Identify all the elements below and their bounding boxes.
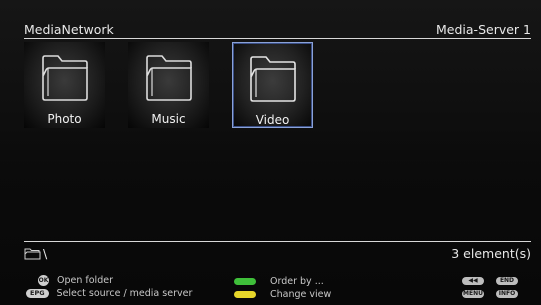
- path-text: \: [43, 246, 48, 261]
- media-network-screen: MediaNetwork Media-Server 1 Photo Music: [0, 0, 541, 305]
- folder-grid: Photo Music Video: [24, 42, 313, 128]
- folder-icon: [145, 55, 192, 101]
- green-key-icon: [234, 278, 256, 285]
- folder-tile-video[interactable]: Video: [232, 42, 313, 128]
- folder-path-icon: [24, 248, 41, 259]
- legend-order-by: Order by ...: [234, 276, 324, 287]
- epg-button-icon: EPG: [26, 289, 49, 298]
- folder-icon: [41, 55, 88, 101]
- folder-label: Video: [255, 113, 290, 127]
- legend-select-source: EPG Select source / media server: [26, 288, 192, 299]
- legend-nav-keys-bottom: MENU INFO: [462, 290, 518, 298]
- footer-divider: [24, 241, 531, 242]
- element-count: 3 element(s): [451, 246, 531, 261]
- info-key-icon: INFO: [496, 290, 518, 298]
- current-path: \: [24, 246, 47, 261]
- path-bar: \ 3 element(s): [24, 246, 531, 262]
- app-title: MediaNetwork: [24, 22, 114, 37]
- folder-label: Photo: [47, 112, 82, 126]
- legend-change-view-label: Change view: [270, 289, 332, 300]
- legend-open-folder: OK Open folder: [38, 275, 113, 286]
- yellow-key-icon: [234, 291, 256, 298]
- legend-open-folder-label: Open folder: [57, 275, 113, 286]
- ok-button-icon: OK: [38, 275, 49, 286]
- folder-tile-music[interactable]: Music: [128, 42, 209, 128]
- legend-nav-keys-top: ◀◀ END: [462, 277, 518, 285]
- legend-select-source-label: Select source / media server: [56, 288, 193, 299]
- folder-tile-photo[interactable]: Photo: [24, 42, 105, 128]
- legend-change-view: Change view: [234, 289, 331, 300]
- header-divider: [24, 38, 531, 39]
- header: MediaNetwork Media-Server 1: [24, 22, 531, 38]
- end-key-icon: END: [496, 277, 518, 285]
- menu-key-icon: MENU: [462, 290, 484, 298]
- legend-order-by-label: Order by ...: [270, 276, 324, 287]
- folder-label: Music: [151, 112, 186, 126]
- server-name: Media-Server 1: [436, 22, 531, 37]
- rewind-key-icon: ◀◀: [462, 277, 484, 285]
- folder-icon: [249, 56, 296, 102]
